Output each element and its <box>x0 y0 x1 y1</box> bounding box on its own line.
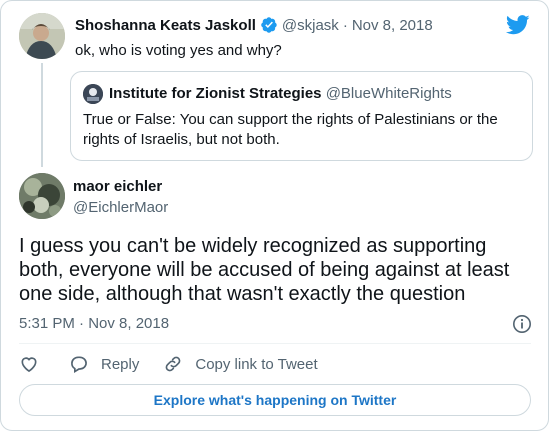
tweet-actions: Reply Copy link to Tweet <box>19 353 318 375</box>
avatar[interactable] <box>19 13 65 59</box>
separator: · <box>342 16 348 34</box>
author-name[interactable]: maor eichler <box>73 178 162 195</box>
avatar-photo <box>19 13 65 59</box>
reply-icon <box>71 356 87 373</box>
info-icon[interactable] <box>512 314 532 334</box>
heart-icon <box>21 357 37 373</box>
author-handle[interactable]: @skjask <box>282 17 339 34</box>
link-icon <box>165 356 181 372</box>
reply-label: Reply <box>101 355 140 373</box>
reply-button[interactable]: Reply <box>69 354 139 374</box>
quoted-author-name: Institute for Zionist Strategies <box>109 85 322 102</box>
copy-link-label: Copy link to Tweet <box>195 355 318 373</box>
quoted-author-handle: @BlueWhiteRights <box>325 85 452 102</box>
parent-tweet-text: ok, who is voting yes and why? <box>75 42 282 59</box>
avatar[interactable] <box>19 173 65 219</box>
quoted-avatar <box>83 84 103 104</box>
tweet-timestamp[interactable]: 5:31 PM · Nov 8, 2018 <box>19 315 169 332</box>
thread-line <box>41 63 43 167</box>
tweet-embed-card: Shoshanna Keats Jaskoll @skjask · Nov 8,… <box>0 0 549 431</box>
explore-button[interactable]: Explore what's happening on Twitter <box>19 384 531 416</box>
author-handle[interactable]: @EichlerMaor <box>73 199 168 216</box>
tweet-text: I guess you can't be widely recognized a… <box>19 235 510 305</box>
author-name[interactable]: Shoshanna Keats Jaskoll <box>75 17 256 34</box>
twitter-logo-icon[interactable] <box>506 15 530 35</box>
like-button[interactable] <box>19 354 39 374</box>
copy-link-button[interactable]: Copy link to Tweet <box>163 354 318 374</box>
quoted-header: Institute for Zionist Strategies @BlueWh… <box>109 85 452 102</box>
quoted-tweet[interactable]: Institute for Zionist Strategies @BlueWh… <box>70 71 533 161</box>
verified-badge-icon <box>261 17 277 33</box>
quoted-tweet-text: True or False: You can support the right… <box>83 111 498 148</box>
divider <box>19 343 531 344</box>
quoted-avatar-photo <box>83 84 103 104</box>
tweet-date[interactable]: Nov 8, 2018 <box>352 17 433 34</box>
parent-tweet-header: Shoshanna Keats Jaskoll @skjask · Nov 8,… <box>75 16 433 34</box>
avatar-photo <box>19 173 65 219</box>
